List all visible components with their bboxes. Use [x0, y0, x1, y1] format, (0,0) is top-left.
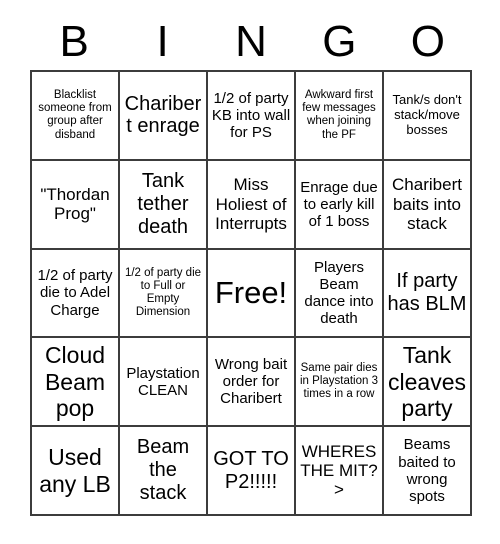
bingo-header-letter-g: G — [322, 16, 357, 66]
bingo-cell-n1[interactable]: 1/2 of party KB into wall for PS — [208, 72, 296, 161]
bingo-header: B I N G O — [30, 14, 472, 69]
bingo-cell-g1[interactable]: Awkward first few messages when joining … — [296, 72, 384, 161]
bingo-cell-o3[interactable]: If party has BLM — [384, 249, 472, 339]
bingo-cell-label: Enrage due to early kill of 1 boss — [300, 178, 378, 230]
bingo-cell-i2[interactable]: Tank tether death — [120, 160, 208, 250]
bingo-cell-label: Tank cleaves party — [388, 342, 466, 421]
bingo-cell-b1[interactable]: Blacklist someone from group after disba… — [32, 72, 120, 161]
bingo-cell-g5[interactable]: WHERES THE MIT?> — [296, 427, 384, 516]
bingo-cell-label: "Thordan Prog" — [40, 184, 110, 224]
bingo-cell-o5[interactable]: Beams baited to wrong spots — [384, 427, 472, 516]
bingo-card: B I N G O Blacklist someone from group a… — [0, 0, 500, 544]
bingo-cell-label: If party has BLM — [387, 270, 467, 315]
bingo-cell-label: Charibert baits into stack — [392, 175, 462, 233]
bingo-cell-label: 1/2 of party die to Adel Charge — [37, 267, 113, 319]
bingo-header-letter-o: O — [410, 16, 445, 66]
bingo-cell-i1[interactable]: Charibert enrage — [120, 72, 208, 161]
bingo-cell-i5[interactable]: Beam the stack — [120, 427, 208, 516]
bingo-cell-label: Wrong bait order for Charibert — [214, 356, 288, 408]
bingo-cell-label: Tank/s don't stack/move bosses — [392, 92, 462, 137]
bingo-cell-o1[interactable]: Tank/s don't stack/move bosses — [384, 72, 472, 161]
bingo-cell-label: Charibert enrage — [124, 92, 202, 138]
bingo-cell-label: Miss Holiest of Interrupts — [215, 175, 287, 233]
bingo-header-letter-b: B — [59, 16, 89, 66]
bingo-cell-b5[interactable]: Used any LB — [32, 427, 120, 516]
bingo-cell-b4[interactable]: Cloud Beam pop — [32, 338, 120, 428]
bingo-header-letter-n: N — [235, 16, 267, 66]
bingo-cell-o2[interactable]: Charibert baits into stack — [384, 160, 472, 250]
bingo-cell-label: 1/2 of party die to Full or Empty Dimens… — [124, 266, 202, 319]
bingo-cell-label: Playstation CLEAN — [126, 364, 200, 399]
bingo-cell-label: 1/2 of party KB into wall for PS — [211, 89, 291, 141]
bingo-cell-free-space[interactable]: Free! — [208, 249, 296, 339]
bingo-cell-i4[interactable]: Playstation CLEAN — [120, 338, 208, 428]
bingo-cell-b3[interactable]: 1/2 of party die to Adel Charge — [32, 249, 120, 339]
bingo-cell-label: Cloud Beam pop — [44, 342, 106, 421]
bingo-cell-label: Players Beam dance into death — [304, 258, 374, 328]
bingo-grid: Blacklist someone from group after disba… — [30, 70, 472, 516]
bingo-cell-label: Blacklist someone from group after disba… — [38, 89, 112, 141]
bingo-cell-label: WHERES THE MIT?> — [300, 441, 378, 500]
bingo-free-label: Free! — [214, 275, 288, 311]
bingo-cell-label: Same pair dies in Playstation 3 times in… — [300, 362, 378, 401]
bingo-cell-g4[interactable]: Same pair dies in Playstation 3 times in… — [296, 338, 384, 428]
bingo-cell-n4[interactable]: Wrong bait order for Charibert — [208, 338, 296, 428]
bingo-cell-o4[interactable]: Tank cleaves party — [384, 338, 472, 428]
bingo-cell-label: Awkward first few messages when joining … — [302, 89, 376, 141]
bingo-cell-label: Tank tether death — [137, 170, 189, 238]
bingo-cell-g3[interactable]: Players Beam dance into death — [296, 249, 384, 339]
bingo-header-letter-i: I — [156, 16, 169, 66]
bingo-cell-i3[interactable]: 1/2 of party die to Full or Empty Dimens… — [120, 249, 208, 339]
bingo-cell-label: Beams baited to wrong spots — [398, 436, 456, 505]
bingo-cell-b2[interactable]: "Thordan Prog" — [32, 160, 120, 250]
bingo-cell-n5[interactable]: GOT TO P2!!!!! — [208, 427, 296, 516]
bingo-cell-label: Beam the stack — [136, 436, 190, 504]
bingo-cell-label: Used any LB — [39, 444, 111, 497]
bingo-cell-g2[interactable]: Enrage due to early kill of 1 boss — [296, 160, 384, 250]
bingo-cell-n2[interactable]: Miss Holiest of Interrupts — [208, 160, 296, 250]
bingo-cell-label: GOT TO P2!!!!! — [213, 447, 289, 493]
